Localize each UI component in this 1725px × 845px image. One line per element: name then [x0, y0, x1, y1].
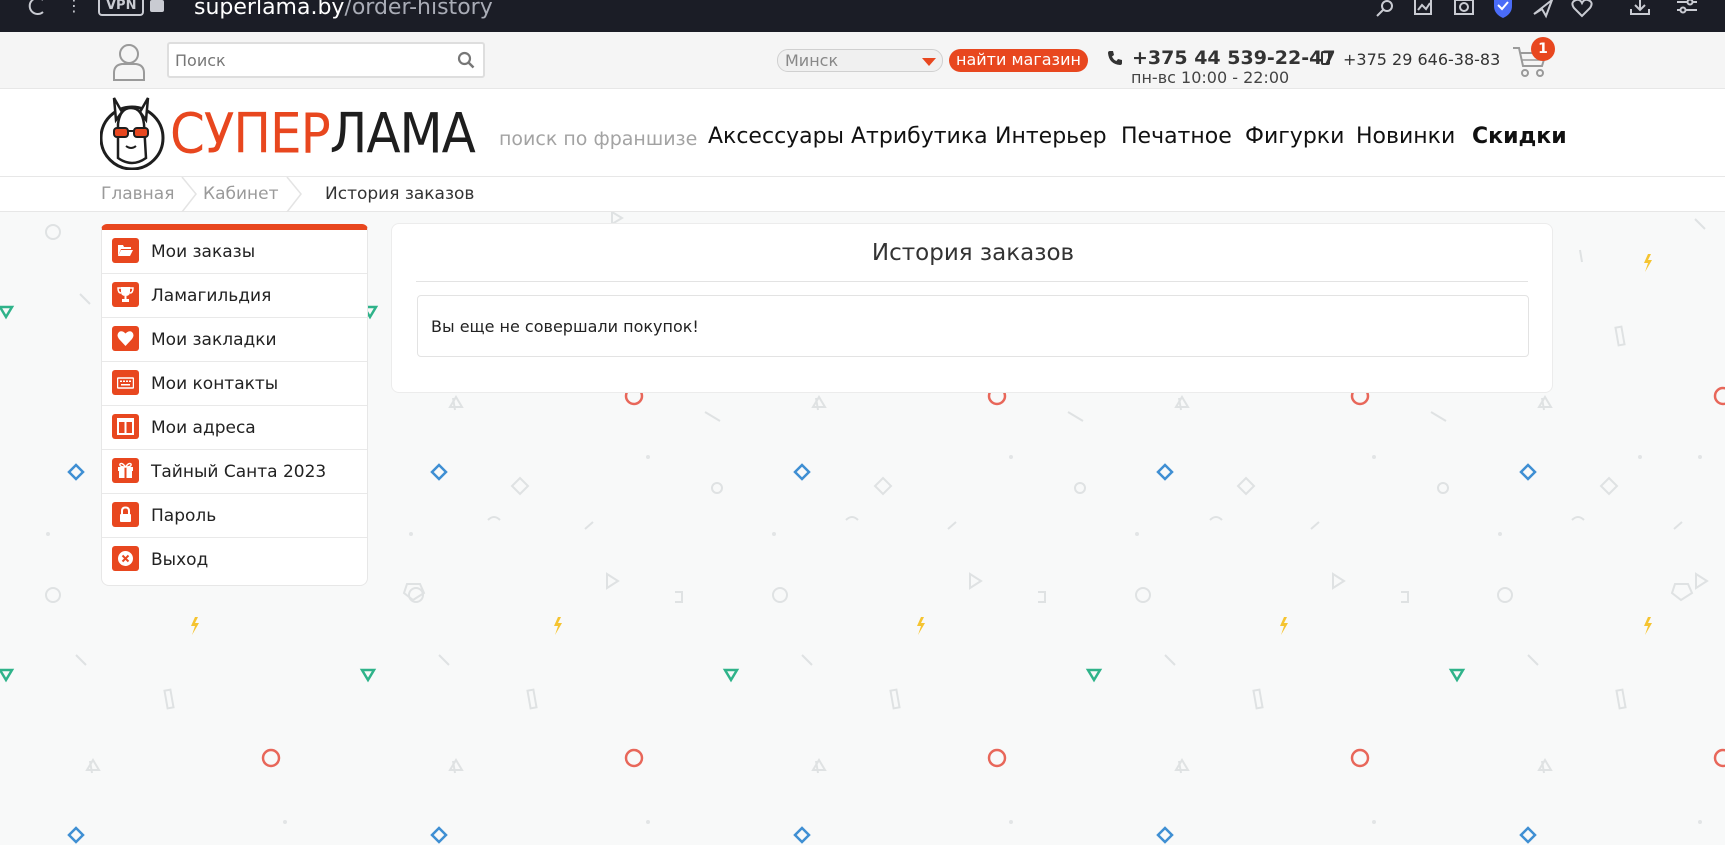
nav-figures[interactable]: Фигурки: [1245, 124, 1344, 149]
breadcrumb-separator: [181, 177, 197, 212]
opening-hours: пн-вс 10:00 - 22:00: [1131, 68, 1290, 87]
reload-icon[interactable]: [26, 0, 48, 21]
vpn-badge[interactable]: VPN: [98, 0, 145, 16]
nav-franchise-search[interactable]: поиск по франшизе: [499, 128, 697, 150]
phone-main[interactable]: +375 44 539-22-47: [1132, 47, 1336, 69]
url-domain: superlama.by: [194, 0, 345, 20]
logo-part-lama: ЛАМА: [329, 102, 476, 166]
nav-print[interactable]: Печатное: [1121, 124, 1232, 149]
sidebar-item-lamaguild[interactable]: Ламагильдия: [102, 274, 367, 318]
site-logo[interactable]: СУПЕРЛАМА: [99, 94, 476, 171]
sidebar-item-secret-santa[interactable]: Тайный Санта 2023: [102, 450, 367, 494]
empty-state-box: Вы еще не совершали покупок!: [417, 295, 1529, 357]
menu-dots-icon[interactable]: ⋮: [66, 0, 82, 15]
sidebar-item-label: Ламагильдия: [151, 286, 272, 306]
search-box: [167, 42, 485, 78]
trophy-icon: [112, 282, 139, 307]
breadcrumb-current: История заказов: [325, 184, 475, 204]
nav-interior[interactable]: Интерьер: [995, 124, 1107, 149]
close-circle-icon: [112, 546, 139, 571]
phone-icon: [1107, 50, 1123, 70]
title-divider: [416, 281, 1528, 282]
search-input[interactable]: [169, 44, 439, 76]
order-history-panel: История заказов Вы еще не совершали поку…: [391, 223, 1553, 393]
camera-icon[interactable]: [1453, 0, 1475, 20]
page-title: История заказов: [871, 240, 1075, 266]
account-sidebar: Мои заказы Ламагильдия Мои закладки Мои …: [101, 224, 368, 586]
columns-icon: [112, 414, 139, 439]
settings-sliders-icon[interactable]: [1676, 0, 1698, 20]
download-icon[interactable]: [1629, 0, 1651, 20]
phone-mobile[interactable]: +375 29 646-38-83: [1343, 50, 1500, 69]
lock-icon: [112, 502, 139, 527]
breadcrumb-cabinet[interactable]: Кабинет: [203, 184, 279, 204]
sidebar-item-logout[interactable]: Выход: [102, 538, 367, 582]
breadcrumb-home[interactable]: Главная: [101, 184, 174, 204]
nav-new[interactable]: Новинки: [1356, 124, 1455, 149]
send-icon[interactable]: [1532, 0, 1554, 20]
keyboard-icon: [112, 370, 139, 395]
user-account-icon[interactable]: [112, 43, 146, 81]
llama-mascot-icon: [99, 97, 165, 171]
browser-toolbar: ⋮ VPN superlama.by/order-history: [0, 0, 1725, 32]
sidebar-item-label: Пароль: [151, 506, 217, 526]
gift-icon: [112, 458, 139, 483]
heart-outline-icon[interactable]: [1571, 0, 1593, 20]
sidebar-item-contacts[interactable]: Мои контакты: [102, 362, 367, 406]
nav-sale[interactable]: Скидки: [1472, 124, 1567, 149]
screenshot-icon[interactable]: [1413, 0, 1435, 20]
search-icon[interactable]: [457, 51, 475, 69]
sidebar-item-my-orders[interactable]: Мои заказы: [102, 230, 367, 274]
cart-count-badge: 1: [1531, 37, 1555, 61]
chevron-down-icon: [922, 58, 936, 66]
logo-part-super: СУПЕР: [170, 102, 331, 166]
heart-icon: [112, 326, 139, 351]
sidebar-item-label: Мои закладки: [151, 330, 277, 350]
find-store-button[interactable]: найти магазин: [949, 49, 1088, 72]
sidebar-item-label: Тайный Санта 2023: [151, 462, 327, 482]
nav-accessories[interactable]: Аксессуары: [708, 124, 844, 149]
sidebar-item-addresses[interactable]: Мои адреса: [102, 406, 367, 450]
empty-state-message: Вы еще не совершали покупок!: [431, 317, 699, 336]
search-icon[interactable]: [1374, 0, 1396, 20]
mobile-phone-icon: [1321, 51, 1330, 65]
shield-icon[interactable]: [1492, 0, 1514, 20]
city-select[interactable]: Минск: [777, 49, 943, 72]
sidebar-item-label: Мои адреса: [151, 418, 256, 438]
sidebar-item-password[interactable]: Пароль: [102, 494, 367, 538]
breadcrumb-separator: [286, 177, 302, 212]
sidebar-item-label: Мои контакты: [151, 374, 279, 394]
url-path: /order-history: [344, 0, 493, 20]
nav-attributes[interactable]: Атрибутика: [851, 124, 988, 149]
lock-icon[interactable]: [150, 0, 164, 12]
address-bar[interactable]: superlama.by/order-history: [194, 0, 493, 20]
city-select-value: Минск: [785, 51, 839, 70]
sidebar-item-label: Мои заказы: [151, 242, 256, 262]
logo-wordmark: СУПЕРЛАМА: [170, 102, 476, 166]
folder-open-icon: [112, 238, 139, 263]
sidebar-item-label: Выход: [151, 550, 209, 570]
sidebar-item-bookmarks[interactable]: Мои закладки: [102, 318, 367, 362]
